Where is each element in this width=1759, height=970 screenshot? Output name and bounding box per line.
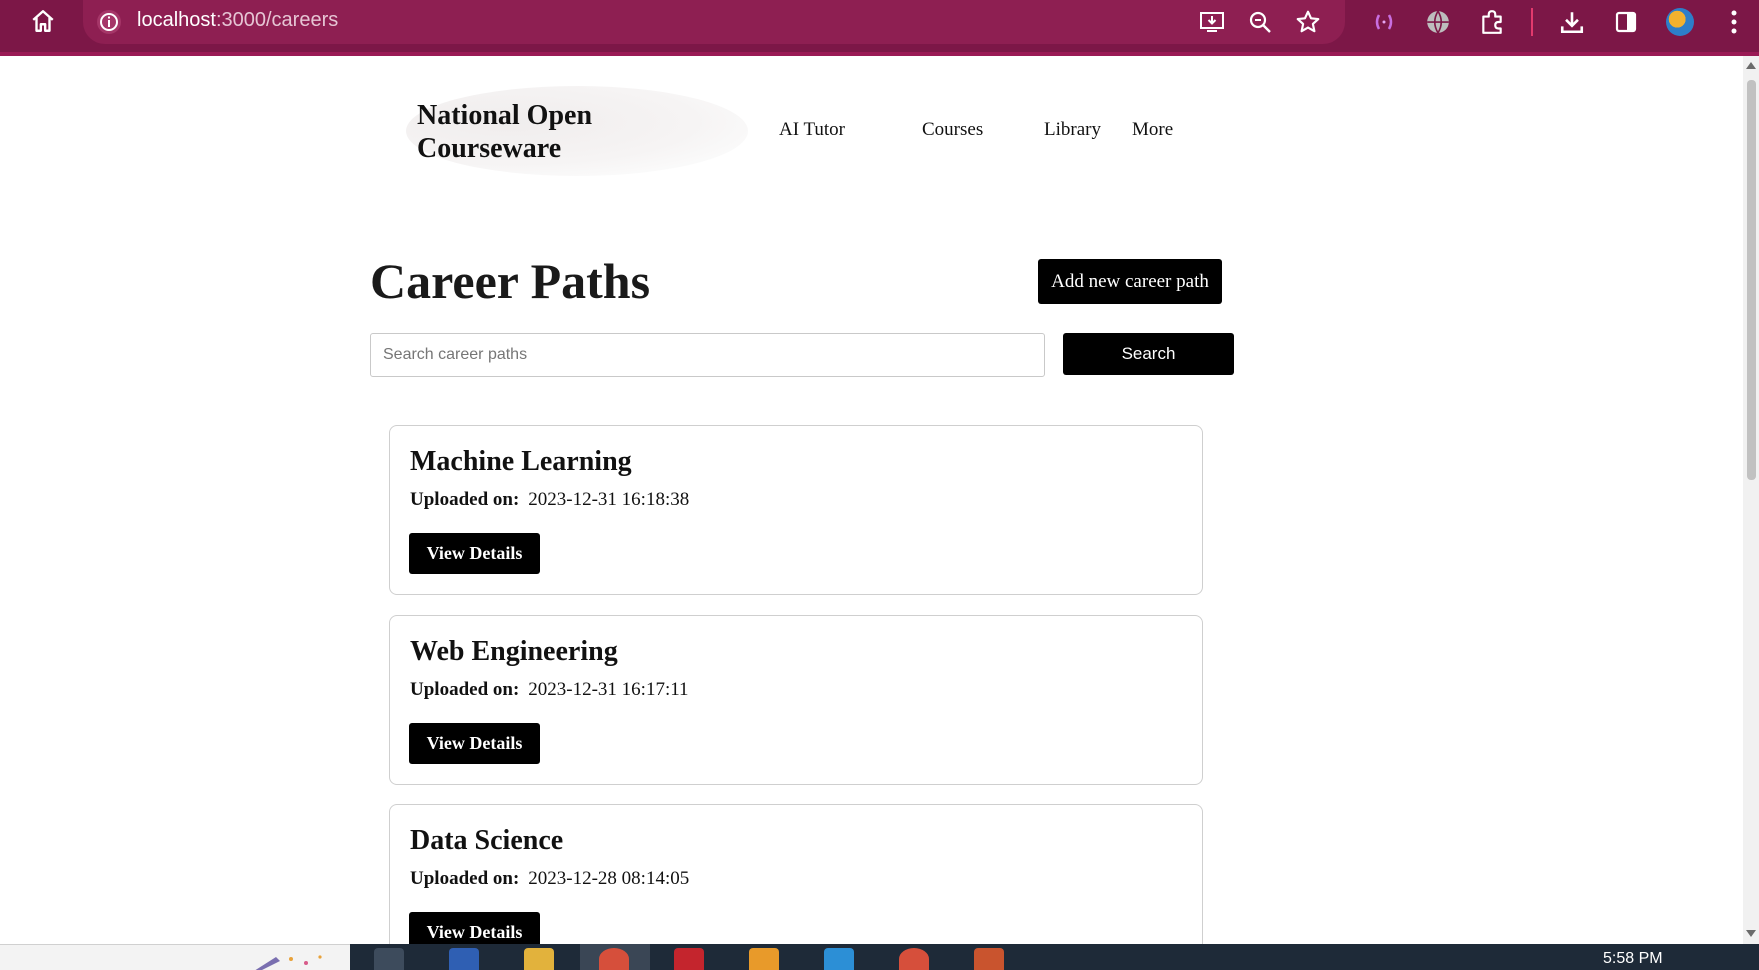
- app-icon[interactable]: [974, 948, 1004, 970]
- translate-globe-icon[interactable]: [1421, 5, 1455, 39]
- search-input[interactable]: [370, 333, 1045, 377]
- career-title: Data Science: [410, 825, 564, 856]
- download-icon[interactable]: [1555, 5, 1589, 39]
- zoom-icon[interactable]: [1245, 7, 1275, 37]
- page-scrollbar[interactable]: [1743, 56, 1759, 944]
- nav-more[interactable]: More: [1132, 119, 1173, 141]
- url-host: localhost: [137, 9, 216, 31]
- side-panel-icon[interactable]: [1609, 5, 1643, 39]
- task-view-icon[interactable]: [374, 948, 404, 970]
- uploaded-date: 2023-12-31 16:18:38: [528, 489, 690, 510]
- search-highlight-icon: [255, 955, 322, 970]
- app-icon[interactable]: [749, 948, 779, 970]
- chrome-icon[interactable]: [599, 948, 629, 970]
- career-upload-info: Uploaded on: 2023-12-31 16:17:11: [410, 679, 689, 701]
- taskbar-search-box[interactable]: [0, 944, 350, 970]
- scroll-down-arrow-icon[interactable]: [1746, 930, 1756, 937]
- file-explorer-icon[interactable]: [524, 948, 554, 970]
- uploaded-label: Uploaded on:: [410, 489, 520, 510]
- taskbar-clock[interactable]: 5:58 PM: [1603, 950, 1663, 968]
- page-title: Career Paths: [370, 253, 651, 309]
- career-card: Machine Learning Uploaded on: 2023-12-31 …: [389, 425, 1203, 595]
- os-taskbar: 5:58 PM: [0, 944, 1759, 970]
- nav-courses[interactable]: Courses: [922, 119, 983, 141]
- nav-ai-tutor[interactable]: AI Tutor: [779, 119, 845, 141]
- home-icon[interactable]: [30, 8, 56, 34]
- chrome-icon[interactable]: [899, 948, 929, 970]
- career-title: Machine Learning: [410, 446, 632, 477]
- uploaded-label: Uploaded on:: [410, 679, 520, 700]
- view-details-button[interactable]: View Details: [409, 533, 540, 574]
- toolbar-border: [0, 52, 1759, 56]
- install-app-icon[interactable]: [1197, 7, 1227, 37]
- career-upload-info: Uploaded on: 2023-12-28 08:14:05: [410, 868, 689, 890]
- site-info-icon[interactable]: [95, 8, 123, 36]
- uploaded-date: 2023-12-31 16:17:11: [528, 679, 689, 700]
- address-bar[interactable]: localhost:3000/careers: [83, 0, 1345, 44]
- bookmark-star-icon[interactable]: [1293, 7, 1323, 37]
- search-button[interactable]: Search: [1063, 333, 1234, 375]
- scroll-thumb[interactable]: [1747, 80, 1756, 480]
- career-upload-info: Uploaded on: 2023-12-31 16:18:38: [410, 489, 689, 511]
- add-career-path-button[interactable]: Add new career path: [1038, 259, 1222, 304]
- app-icon[interactable]: [449, 948, 479, 970]
- brand-line-2: Courseware: [417, 133, 562, 164]
- url-path: :3000/careers: [215, 9, 339, 31]
- view-details-button[interactable]: View Details: [409, 723, 540, 764]
- extensions-puzzle-icon[interactable]: [1475, 5, 1509, 39]
- profile-avatar[interactable]: [1663, 5, 1697, 39]
- toolbar-separator: [1531, 8, 1533, 36]
- extension-icon[interactable]: [1367, 5, 1401, 39]
- browser-toolbar: localhost:3000/careers: [0, 0, 1759, 54]
- vscode-icon[interactable]: [824, 948, 854, 970]
- site-logo[interactable]: National Open Courseware: [417, 99, 657, 165]
- app-icon[interactable]: [674, 948, 704, 970]
- nav-library[interactable]: Library: [1044, 119, 1101, 141]
- career-card: Web Engineering Uploaded on: 2023-12-31 1…: [389, 615, 1203, 785]
- scroll-up-arrow-icon[interactable]: [1746, 62, 1756, 69]
- menu-dots-icon[interactable]: [1717, 5, 1751, 39]
- uploaded-label: Uploaded on:: [410, 868, 520, 889]
- brand-line-1: National Open: [417, 100, 593, 131]
- uploaded-date: 2023-12-28 08:14:05: [528, 868, 690, 889]
- url-text[interactable]: localhost:3000/careers: [137, 9, 338, 32]
- career-title: Web Engineering: [410, 636, 618, 667]
